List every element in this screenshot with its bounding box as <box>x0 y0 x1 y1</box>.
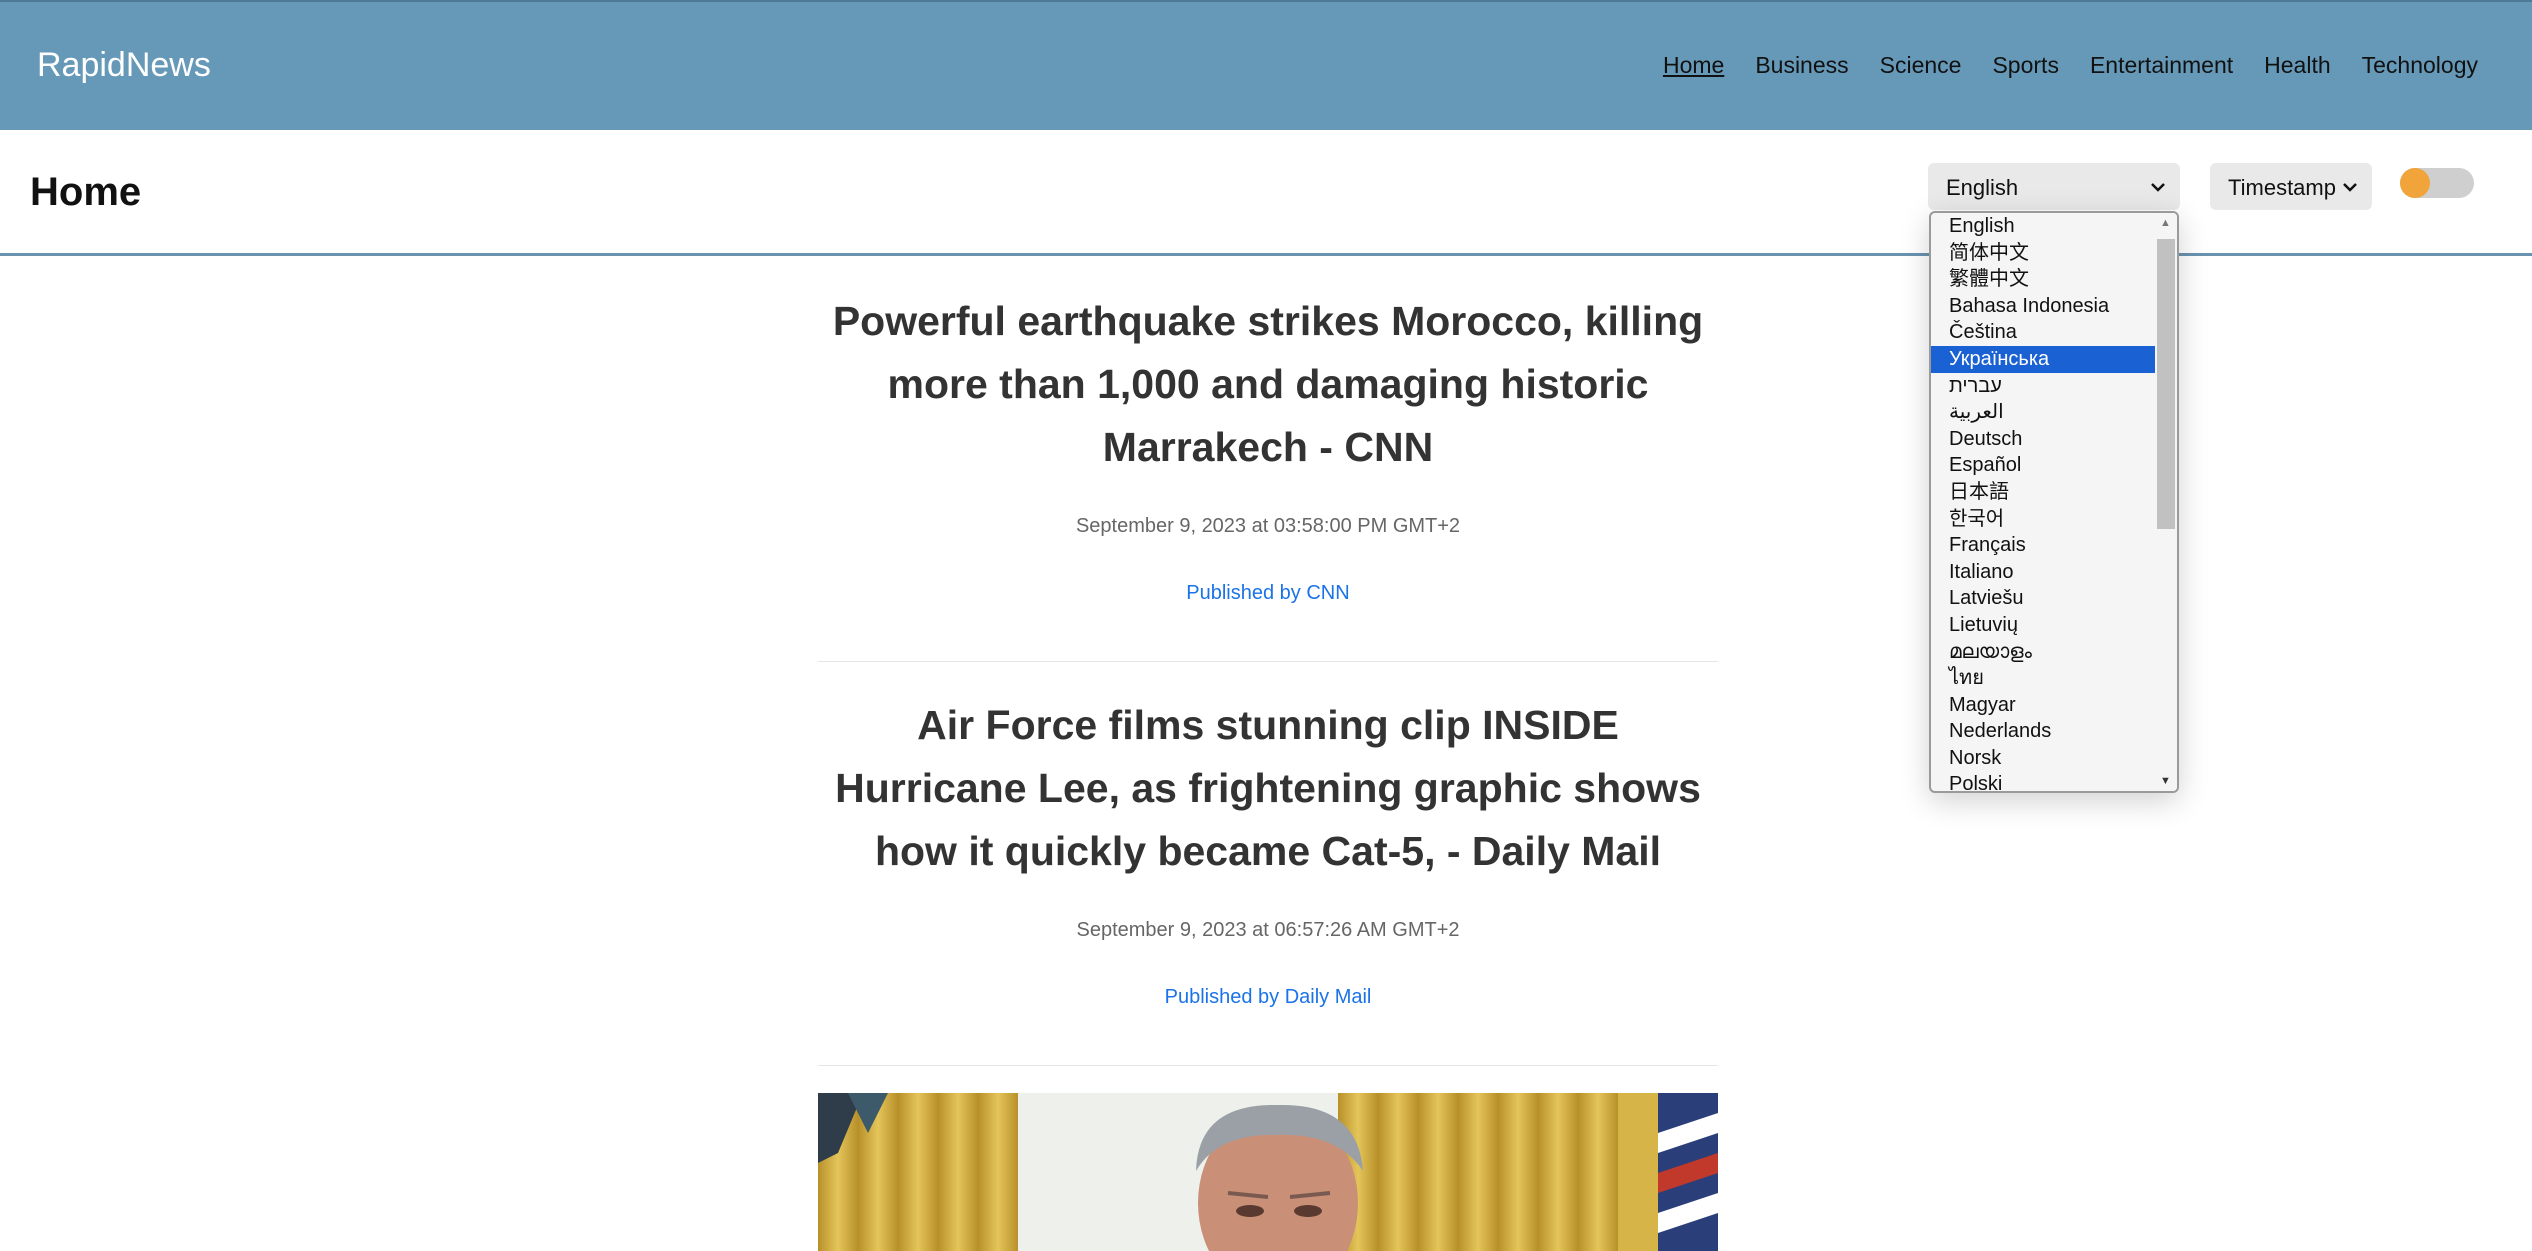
language-option[interactable]: 日本語 <box>1931 479 2157 506</box>
chevron-down-icon <box>2150 173 2166 207</box>
nav-business[interactable]: Business <box>1755 52 1848 79</box>
language-option[interactable]: മലയാളം <box>1931 639 2157 666</box>
sort-select[interactable]: Timestamp <box>2210 163 2372 210</box>
nav-health[interactable]: Health <box>2264 52 2330 79</box>
nav-entertainment[interactable]: Entertainment <box>2090 52 2233 79</box>
top-navbar: RapidNews Home Business Science Sports E… <box>0 0 2532 130</box>
article-title[interactable]: Air Force films stunning clip INSIDE Hur… <box>818 662 1718 883</box>
article-list: Powerful earthquake strikes Morocco, kil… <box>818 256 1718 1066</box>
nav-sports[interactable]: Sports <box>1992 52 2058 79</box>
language-option[interactable]: Nederlands <box>1931 718 2157 745</box>
language-option[interactable]: Español <box>1931 452 2157 479</box>
language-options: English 简体中文 繁體中文 Bahasa Indonesia Češti… <box>1931 213 2157 791</box>
language-option[interactable]: Deutsch <box>1931 426 2157 453</box>
theme-toggle[interactable] <box>2400 168 2474 198</box>
article-card: Air Force films stunning clip INSIDE Hur… <box>818 662 1718 1066</box>
language-option[interactable]: 繁體中文 <box>1931 266 2157 293</box>
language-option[interactable]: Magyar <box>1931 692 2157 719</box>
language-option[interactable]: Čeština <box>1931 319 2157 346</box>
language-option[interactable]: Polski <box>1931 771 2157 791</box>
article-source-link[interactable]: Published by CNN <box>818 582 1718 661</box>
brand-logo[interactable]: RapidNews <box>37 46 211 85</box>
article-title[interactable]: Powerful earthquake strikes Morocco, kil… <box>818 256 1718 479</box>
language-option[interactable]: Lietuvių <box>1931 612 2157 639</box>
nav-science[interactable]: Science <box>1880 52 1962 79</box>
language-option[interactable]: العربية <box>1931 399 2157 426</box>
language-option[interactable]: Bahasa Indonesia <box>1931 293 2157 320</box>
article-card: Powerful earthquake strikes Morocco, kil… <box>818 256 1718 662</box>
language-option[interactable]: Français <box>1931 532 2157 559</box>
language-select-value: English <box>1946 175 2019 200</box>
language-option[interactable]: ไทย <box>1931 665 2157 692</box>
main-nav: Home Business Science Sports Entertainme… <box>1632 52 2478 79</box>
page-title: Home <box>30 170 142 214</box>
language-option[interactable]: Italiano <box>1931 559 2157 586</box>
article-image-illustration <box>818 1093 1718 1251</box>
language-option-highlighted[interactable]: Українська <box>1931 345 2157 373</box>
language-option[interactable]: 简体中文 <box>1931 240 2157 267</box>
language-dropdown-list[interactable]: English 简体中文 繁體中文 Bahasa Indonesia Češti… <box>1929 211 2179 793</box>
dropdown-scrollbar[interactable]: ▲ ▼ <box>2155 213 2177 791</box>
article-timestamp: September 9, 2023 at 03:58:00 PM GMT+2 <box>1075 515 1461 537</box>
toggle-knob <box>2400 168 2430 198</box>
language-option[interactable]: עברית <box>1931 373 2157 400</box>
article-timestamp: September 9, 2023 at 06:57:26 AM GMT+2 <box>1076 919 1460 941</box>
language-option[interactable]: 한국어 <box>1931 506 2157 533</box>
scroll-up-arrow-icon[interactable]: ▲ <box>2160 217 2171 229</box>
language-option[interactable]: Norsk <box>1931 745 2157 772</box>
scrollbar-thumb[interactable] <box>2157 239 2175 529</box>
scroll-down-arrow-icon[interactable]: ▼ <box>2160 775 2171 787</box>
nav-home[interactable]: Home <box>1663 52 1724 79</box>
language-select[interactable]: English <box>1928 163 2180 210</box>
language-option[interactable]: Latviešu <box>1931 585 2157 612</box>
article-source-link[interactable]: Published by Daily Mail <box>818 986 1718 1065</box>
article-image[interactable] <box>818 1093 1718 1251</box>
nav-technology[interactable]: Technology <box>2362 52 2478 79</box>
chevron-down-icon <box>2342 173 2358 207</box>
sort-select-value: Timestamp <box>2228 175 2336 200</box>
language-option[interactable]: English <box>1931 213 2157 240</box>
